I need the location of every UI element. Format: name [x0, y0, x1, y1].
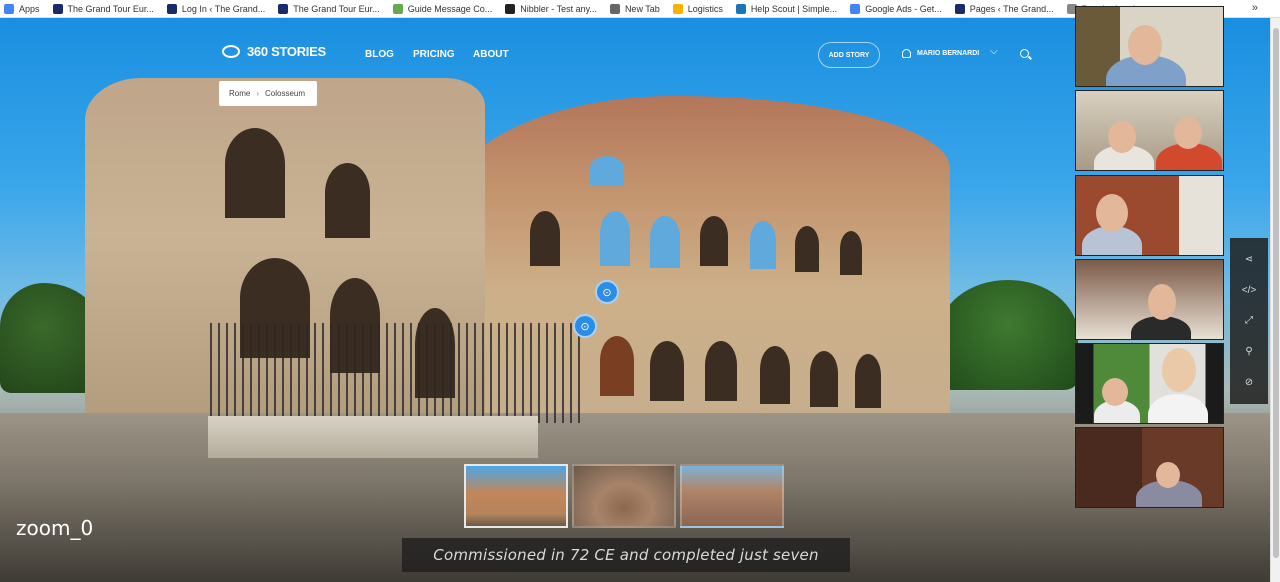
trees-right: [938, 280, 1078, 390]
hotspot-marker-1[interactable]: ⊙: [595, 280, 619, 304]
bookmark-item[interactable]: Pages ‹ The Grand...: [954, 3, 1054, 14]
logo-icon: [222, 45, 240, 58]
user-name: MARIO BERNARDI: [917, 50, 980, 57]
bookmark-favicon-icon: [4, 3, 14, 14]
bookmark-favicon-icon: [278, 3, 289, 14]
share-icon[interactable]: ⋖: [1245, 254, 1253, 265]
bookmark-label: Logistics: [687, 3, 723, 14]
bookmark-favicon-icon: [505, 3, 516, 14]
zoom-label: zoom_0: [16, 516, 94, 540]
bookmark-label: New Tab: [624, 3, 660, 14]
site-logo[interactable]: 360 STORIES: [222, 44, 326, 59]
bookmark-label: Help Scout | Simple...: [750, 3, 838, 14]
bookmark-label: The Grand Tour Eur...: [293, 3, 380, 14]
breadcrumb-root[interactable]: Rome: [229, 89, 250, 98]
bookmark-label: Log In ‹ The Grand...: [181, 3, 266, 14]
scene-thumbnails: [464, 464, 784, 528]
bookmark-item[interactable]: Nibbler - Test any...: [505, 3, 597, 14]
video-tile-2[interactable]: [1075, 90, 1224, 171]
bookmark-label: Pages ‹ The Grand...: [969, 3, 1054, 14]
bookmark-favicon-icon: [672, 3, 683, 14]
bookmark-item[interactable]: The Grand Tour Eur...: [278, 3, 380, 14]
video-tile-1[interactable]: [1075, 6, 1224, 87]
nav-pricing[interactable]: PRICING: [413, 49, 455, 60]
bookmark-item[interactable]: New Tab: [609, 3, 660, 14]
bookmark-favicon-icon: [52, 3, 63, 14]
bookmark-favicon-icon: [609, 3, 620, 14]
thumbnail-exterior[interactable]: [464, 464, 568, 528]
video-tile-3[interactable]: [1075, 175, 1224, 256]
story-caption: Commissioned in 72 CE and completed just…: [402, 538, 850, 572]
bookmark-label: Guide Message Co...: [407, 3, 493, 14]
viewer-tools: ⋖ </> ⤢ ⚲ ⊘: [1230, 238, 1268, 404]
user-icon: [902, 49, 911, 58]
embed-icon[interactable]: </>: [1242, 285, 1256, 296]
bookmark-favicon-icon: [166, 3, 177, 14]
logo-text: 360 STORIES: [247, 44, 326, 59]
bookmark-favicon-icon: [954, 3, 965, 14]
breadcrumb-current: Colosseum: [265, 89, 306, 98]
video-tile-5[interactable]: [1075, 343, 1224, 424]
location-icon[interactable]: ⚲: [1245, 346, 1252, 357]
video-tile-6[interactable]: [1075, 427, 1224, 508]
page-scrollbar[interactable]: [1270, 18, 1280, 582]
chevron-down-icon[interactable]: ⌵: [990, 46, 998, 57]
fullscreen-icon[interactable]: ⤢: [1245, 315, 1253, 326]
bookmark-item[interactable]: Apps: [4, 3, 40, 14]
nav-blog[interactable]: BLOG: [365, 49, 394, 60]
bookmark-item[interactable]: Help Scout | Simple...: [735, 3, 838, 14]
bookmark-favicon-icon: [850, 3, 861, 14]
site-header: 360 STORIES BLOG PRICING ABOUT ADD STORY…: [0, 18, 1070, 84]
hotspot-marker-2[interactable]: ⊙: [573, 314, 597, 338]
breadcrumb: Rome › Colosseum: [219, 81, 317, 106]
bookmark-item[interactable]: Google Ads - Get...: [850, 3, 942, 14]
thumbnail-arena[interactable]: [572, 464, 676, 528]
user-menu[interactable]: MARIO BERNARDI: [902, 49, 979, 58]
hide-icon[interactable]: ⊘: [1245, 377, 1253, 388]
search-icon[interactable]: [1020, 49, 1029, 58]
bookmark-favicon-icon: [735, 3, 746, 14]
video-tile-4[interactable]: [1075, 259, 1224, 340]
breadcrumb-separator: ›: [256, 89, 260, 98]
nav-about[interactable]: ABOUT: [473, 49, 509, 60]
bookmark-label: Nibbler - Test any...: [520, 3, 597, 14]
bookmark-label: Google Ads - Get...: [865, 3, 942, 14]
scrollbar-thumb[interactable]: [1273, 28, 1279, 558]
bookmark-favicon-icon: [392, 3, 403, 14]
iron-fence: [210, 323, 585, 423]
bookmark-item[interactable]: Guide Message Co...: [392, 3, 493, 14]
bookmark-label: The Grand Tour Eur...: [67, 3, 154, 14]
bookmark-item[interactable]: The Grand Tour Eur...: [52, 3, 154, 14]
bookmarks-more-button[interactable]: »: [1252, 2, 1258, 14]
add-story-button[interactable]: ADD STORY: [818, 42, 880, 68]
bookmark-item[interactable]: Logistics: [672, 3, 723, 14]
stone-steps: [208, 416, 538, 458]
bookmark-item[interactable]: Log In ‹ The Grand...: [166, 3, 266, 14]
thumbnail-upper-level[interactable]: [680, 464, 784, 528]
bookmark-label: Apps: [19, 3, 40, 14]
